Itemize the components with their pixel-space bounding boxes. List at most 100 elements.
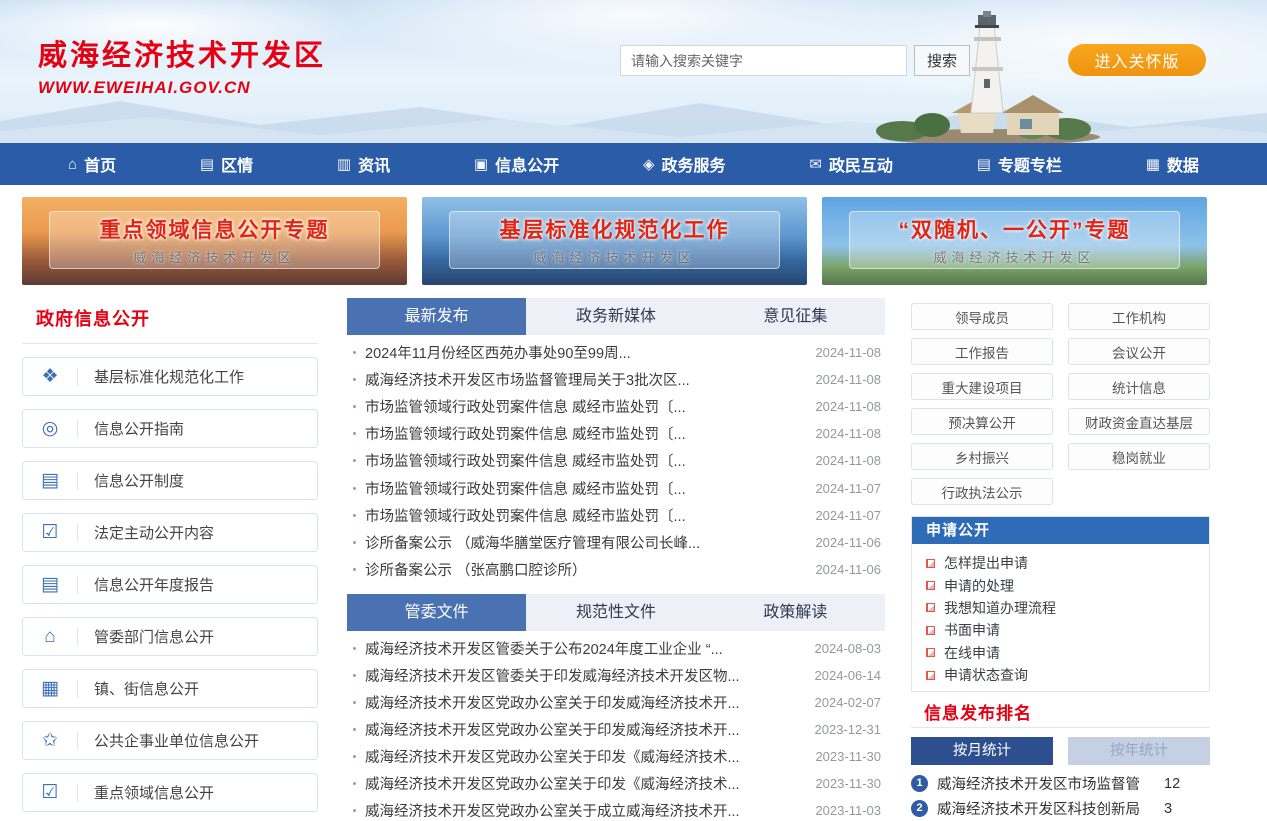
file-title[interactable]: 威海经济技术开发区管委关于印发威海经济技术开发区物...	[365, 665, 803, 686]
news-title[interactable]: 威海经济技术开发区市场监督管理局关于3批次区...	[365, 369, 803, 390]
news-item[interactable]: 市场监管领域行政处罚案件信息 威经市监处罚〔... 2024-11-08	[347, 420, 885, 447]
quick-link-button[interactable]: 统计信息	[1068, 373, 1210, 400]
banner-double-random[interactable]: “双随机、一公开”专题 威海经济技术开发区	[822, 197, 1207, 285]
sidebar-item-label: 公共企事业单位信息公开	[78, 730, 259, 751]
tab-policy-interpretation[interactable]: 政策解读	[706, 594, 885, 631]
news-title[interactable]: 市场监管领域行政处罚案件信息 威经市监处罚〔...	[365, 423, 803, 444]
site-logo[interactable]: 威海经济技术开发区 WWW.EWEIHAI.GOV.CN	[38, 32, 326, 98]
nav-item-label: 数据	[1167, 152, 1199, 176]
nav-item[interactable]: ▤ 专题专栏	[977, 152, 1062, 176]
files-list: 威海经济技术开发区管委关于公布2024年度工业企业 “... 2024-08-0…	[347, 635, 885, 821]
file-item[interactable]: 威海经济技术开发区党政办公室关于印发威海经济技术开... 2023-12-31	[347, 716, 885, 743]
annual-report-icon: ▤	[23, 573, 77, 596]
document-rule-icon: ▤	[23, 469, 77, 492]
folder-star-icon: ✩	[23, 729, 77, 752]
apply-links-list: 怎样提出申请 申请的处理 我想知道办理流程 书面申请	[912, 544, 1209, 686]
tab-normative-files[interactable]: 规范性文件	[526, 594, 705, 631]
divider	[22, 343, 318, 344]
tab-yearly-stats[interactable]: 按年统计	[1068, 737, 1210, 765]
nav-item-label: 首页	[84, 152, 116, 176]
apply-link[interactable]: 申请的处理	[926, 574, 1209, 596]
tab-gov-new-media[interactable]: 政务新媒体	[526, 298, 705, 335]
quick-link-button[interactable]: 会议公开	[1068, 338, 1210, 365]
nav-item[interactable]: ▦ 数据	[1146, 152, 1199, 176]
sidebar-item[interactable]: ▦ 镇、街信息公开	[22, 669, 318, 708]
file-item[interactable]: 威海经济技术开发区党政办公室关于成立威海经济技术开... 2023-11-03	[347, 797, 885, 821]
tab-monthly-stats[interactable]: 按月统计	[911, 737, 1053, 765]
news-item[interactable]: 市场监管领域行政处罚案件信息 威经市监处罚〔... 2024-11-07	[347, 502, 885, 529]
news-item[interactable]: 市场监管领域行政处罚案件信息 威经市监处罚〔... 2024-11-08	[347, 393, 885, 420]
nav-item[interactable]: ⌂ 首页	[68, 152, 116, 176]
apply-link-icon	[926, 626, 935, 635]
file-item[interactable]: 威海经济技术开发区党政办公室关于印发威海经济技术开... 2024-02-07	[347, 689, 885, 716]
file-title[interactable]: 威海经济技术开发区党政办公室关于成立威海经济技术开...	[365, 800, 803, 821]
ranking-list: 1 威海经济技术开发区市场监督管 12 2 威海经济技术开发区科技创新局 3 3…	[911, 771, 1221, 821]
file-date: 2023-12-31	[815, 722, 882, 737]
quick-link-button[interactable]: 工作报告	[911, 338, 1053, 365]
nav-item[interactable]: ✉ 政民互动	[809, 152, 893, 176]
news-item[interactable]: 市场监管领域行政处罚案件信息 威经市监处罚〔... 2024-11-07	[347, 474, 885, 501]
news-title[interactable]: 市场监管领域行政处罚案件信息 威经市监处罚〔...	[365, 396, 803, 417]
news-date: 2024-11-06	[815, 562, 881, 577]
nav-item[interactable]: ◈ 政务服务	[643, 152, 726, 176]
news-title[interactable]: 2024年11月份经区西苑办事处90至99周...	[365, 342, 803, 363]
quick-link-button[interactable]: 财政资金直达基层	[1068, 408, 1210, 435]
quick-link-button[interactable]: 工作机构	[1068, 303, 1210, 330]
quick-link-button[interactable]: 乡村振兴	[911, 443, 1053, 470]
sidebar-item[interactable]: ☑ 法定主动公开内容	[22, 513, 318, 552]
sidebar-item[interactable]: ⌂ 管委部门信息公开	[22, 617, 318, 656]
news-item[interactable]: 诊所备案公示 （张高鹏口腔诊所） 2024-11-06	[347, 556, 885, 583]
sidebar-item[interactable]: ▤ 信息公开制度	[22, 461, 318, 500]
file-item[interactable]: 威海经济技术开发区党政办公室关于印发《威海经济技术... 2023-11-30	[347, 743, 885, 770]
sidebar-item[interactable]: ✩ 公共企事业单位信息公开	[22, 721, 318, 760]
news-item[interactable]: 威海经济技术开发区市场监督管理局关于3批次区... 2024-11-08	[347, 366, 885, 393]
news-title[interactable]: 市场监管领域行政处罚案件信息 威经市监处罚〔...	[365, 450, 803, 471]
file-title[interactable]: 威海经济技术开发区党政办公室关于印发威海经济技术开...	[365, 719, 803, 740]
apply-link[interactable]: 申请状态查询	[926, 664, 1209, 686]
news-item[interactable]: 2024年11月份经区西苑办事处90至99周... 2024-11-08	[347, 339, 885, 366]
nav-item[interactable]: ▥ 资讯	[337, 152, 390, 176]
sidebar-item[interactable]: ◎ 信息公开指南	[22, 409, 318, 448]
sidebar-item[interactable]: ▤ 信息公开年度报告	[22, 565, 318, 604]
file-title[interactable]: 威海经济技术开发区党政办公室关于印发《威海经济技术...	[365, 773, 803, 794]
file-title[interactable]: 威海经济技术开发区管委关于公布2024年度工业企业 “...	[365, 638, 803, 659]
rank-department-name[interactable]: 威海经济技术开发区科技创新局	[937, 798, 1140, 819]
news-item[interactable]: 诊所备案公示 （威海华膳堂医疗管理有限公司长峰... 2024-11-06	[347, 529, 885, 556]
sidebar-item[interactable]: ❖ 基层标准化规范化工作	[22, 357, 318, 396]
quick-link-button[interactable]: 稳岗就业	[1068, 443, 1210, 470]
file-item[interactable]: 威海经济技术开发区管委关于印发威海经济技术开发区物... 2024-06-14	[347, 662, 885, 689]
tab-opinion-solicitation[interactable]: 意见征集	[706, 298, 885, 335]
sidebar-item[interactable]: ☑ 重点领域信息公开	[22, 773, 318, 812]
file-title[interactable]: 威海经济技术开发区党政办公室关于印发《威海经济技术...	[365, 746, 803, 767]
apply-link[interactable]: 在线申请	[926, 642, 1209, 664]
town-street-icon: ▦	[23, 677, 77, 700]
tab-latest-release[interactable]: 最新发布	[347, 298, 526, 335]
quick-link-button[interactable]: 预决算公开	[911, 408, 1053, 435]
quick-link-button[interactable]: 领导成员	[911, 303, 1053, 330]
bullet-icon	[353, 568, 356, 571]
news-date: 2024-11-06	[815, 535, 881, 550]
apply-link[interactable]: 书面申请	[926, 619, 1209, 641]
rank-department-name[interactable]: 威海经济技术开发区市场监督管	[937, 773, 1140, 794]
news-title[interactable]: 市场监管领域行政处罚案件信息 威经市监处罚〔...	[365, 505, 803, 526]
banner-key-areas[interactable]: 重点领域信息公开专题 威海经济技术开发区	[22, 197, 407, 285]
quick-link-button[interactable]: 行政执法公示	[911, 478, 1053, 505]
bullet-icon	[353, 674, 356, 677]
tab-committee-files[interactable]: 管委文件	[347, 594, 526, 631]
banner-standardization[interactable]: 基层标准化规范化工作 威海经济技术开发区	[422, 197, 807, 285]
news-item[interactable]: 市场监管领域行政处罚案件信息 威经市监处罚〔... 2024-11-08	[347, 447, 885, 474]
ranking-item[interactable]: 2 威海经济技术开发区科技创新局 3	[911, 796, 1221, 821]
nav-item[interactable]: ▣ 信息公开	[474, 152, 559, 176]
file-title[interactable]: 威海经济技术开发区党政办公室关于印发威海经济技术开...	[365, 692, 803, 713]
ranking-item[interactable]: 1 威海经济技术开发区市场监督管 12	[911, 771, 1221, 796]
nav-item[interactable]: ▤ 区情	[200, 152, 253, 176]
file-item[interactable]: 威海经济技术开发区党政办公室关于印发《威海经济技术... 2023-11-30	[347, 770, 885, 797]
file-item[interactable]: 威海经济技术开发区管委关于公布2024年度工业企业 “... 2024-08-0…	[347, 635, 885, 662]
banner-title: 基层标准化规范化工作	[500, 214, 730, 244]
news-title[interactable]: 诊所备案公示 （威海华膳堂医疗管理有限公司长峰...	[365, 532, 803, 553]
apply-link[interactable]: 怎样提出申请	[926, 552, 1209, 574]
quick-link-button[interactable]: 重大建设项目	[911, 373, 1053, 400]
news-title[interactable]: 市场监管领域行政处罚案件信息 威经市监处罚〔...	[365, 478, 803, 499]
apply-link[interactable]: 我想知道办理流程	[926, 597, 1209, 619]
news-title[interactable]: 诊所备案公示 （张高鹏口腔诊所）	[365, 559, 803, 580]
